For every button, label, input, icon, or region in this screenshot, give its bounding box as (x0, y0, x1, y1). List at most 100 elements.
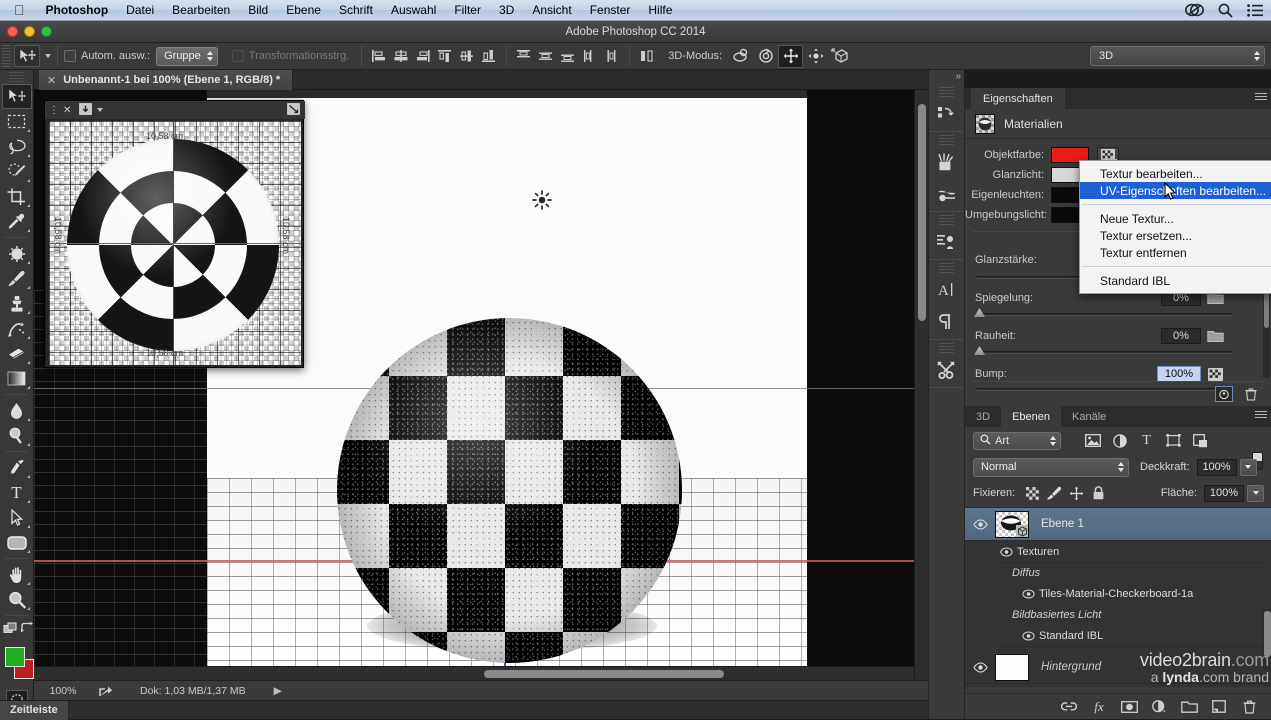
opacity-dropdown-icon[interactable] (1239, 458, 1257, 476)
menu-item-auswahl[interactable]: Auswahl (382, 0, 445, 21)
spiegelung-slider-track[interactable] (976, 313, 1232, 316)
texture-context-menu[interactable]: Textur bearbeiten... UV-Eigenschaften be… (1079, 160, 1271, 294)
align-left-edges-icon[interactable] (368, 45, 390, 67)
close-window-button[interactable] (7, 26, 18, 37)
path-selection-tool[interactable] (2, 505, 32, 530)
delete-icon[interactable] (1243, 386, 1259, 402)
pen-tool[interactable] (2, 455, 32, 480)
menu-item-standard-ibl[interactable]: Standard IBL (1080, 272, 1271, 289)
layer-list-scrollbar[interactable] (1263, 609, 1271, 669)
creative-cloud-icon[interactable] (1185, 3, 1204, 17)
panel-menu-icon[interactable] (1255, 411, 1267, 421)
delete-layer-icon[interactable] (1240, 698, 1258, 716)
uv-window-titlebar[interactable]: ⋮ ✕ (45, 101, 305, 119)
color-swatches[interactable] (0, 645, 34, 687)
rauheit-value[interactable]: 0% (1161, 328, 1201, 344)
layer-thumbnail[interactable] (995, 653, 1029, 681)
distribute-vertical-center-icon[interactable] (535, 45, 557, 67)
uv-canvas[interactable]: 10,58 cm 10,58 cm 10,58 cm 10,58 cm (49, 121, 301, 365)
workspace-selector[interactable]: 3D (1090, 46, 1265, 66)
layer-filter-type-select[interactable]: Art (973, 431, 1061, 450)
dock-group-grip[interactable] (939, 135, 954, 145)
tab-eigenschaften[interactable]: Eigenschaften (971, 88, 1065, 109)
eye-icon[interactable] (965, 651, 995, 684)
3d-sphere-mesh[interactable] (337, 318, 682, 663)
menu-item-ansicht[interactable]: Ansicht (523, 0, 580, 21)
eye-icon[interactable] (1017, 625, 1039, 647)
table-row[interactable]: Ebene 1 (965, 508, 1271, 541)
foreground-color-swatch[interactable] (5, 647, 25, 667)
dock-group-grip[interactable] (939, 343, 954, 353)
rauheit-slider-track[interactable] (976, 351, 1232, 354)
new-layer-icon[interactable] (1210, 698, 1228, 716)
tab-kanaele[interactable]: Kanäle (1061, 406, 1117, 427)
zoom-tool[interactable] (2, 587, 32, 612)
lock-position-icon[interactable] (1065, 483, 1087, 503)
filter-type-icon[interactable]: T (1133, 431, 1160, 451)
apple-logo-icon[interactable]:  (0, 0, 37, 20)
tools-panel-icon[interactable] (929, 354, 963, 386)
menu-item-fenster[interactable]: Fenster (581, 0, 640, 21)
dock-group-grip[interactable] (939, 215, 954, 225)
bump-texture-icon[interactable] (1205, 366, 1225, 382)
notification-center-icon[interactable] (1247, 3, 1263, 17)
distribute-left-icon[interactable] (579, 45, 601, 67)
filter-image-icon[interactable] (1079, 431, 1106, 451)
lock-image-icon[interactable] (1043, 483, 1065, 503)
new-material-icon[interactable] (1215, 386, 1233, 402)
filter-adjustment-icon[interactable] (1106, 431, 1133, 451)
scrollbar-thumb[interactable] (918, 104, 926, 321)
move-tool[interactable] (1, 84, 32, 109)
pan-icon[interactable] (778, 44, 804, 68)
align-right-edges-icon[interactable] (412, 45, 434, 67)
crop-tool[interactable] (2, 184, 32, 209)
toolbar-grip[interactable] (9, 72, 24, 83)
lock-transparency-icon[interactable] (1021, 483, 1043, 503)
blend-mode-select[interactable]: Normal (973, 457, 1129, 477)
eye-icon[interactable] (995, 541, 1017, 563)
dodge-tool[interactable] (2, 423, 32, 448)
rectangular-marquee-tool[interactable] (2, 109, 32, 134)
distribute-bottom-icon[interactable] (557, 45, 579, 67)
tab-3d[interactable]: 3D (965, 406, 1001, 427)
edit-toolbar-icon[interactable] (3, 622, 20, 639)
menu-item-filter[interactable]: Filter (445, 0, 490, 21)
brush-settings-icon[interactable] (929, 178, 963, 210)
opacity-value[interactable]: 100% (1196, 458, 1237, 476)
minimize-window-button[interactable] (24, 26, 35, 37)
menu-item-ebene[interactable]: Ebene (277, 0, 330, 21)
canvas-horizontal-scrollbar[interactable] (34, 666, 914, 680)
menu-item-textur-entfernen[interactable]: Textur entfernen (1080, 244, 1271, 261)
orbit-icon[interactable] (728, 45, 753, 68)
brush-tool[interactable] (2, 266, 32, 291)
menu-item-datei[interactable]: Datei (117, 0, 163, 21)
menu-item-textur-bearbeiten[interactable]: Textur bearbeiten... (1080, 165, 1271, 182)
maximize-window-button[interactable] (41, 26, 52, 37)
roll-icon[interactable] (753, 45, 778, 68)
panel-menu-icon[interactable]: ⋮ (49, 105, 59, 116)
import-icon[interactable] (79, 102, 93, 118)
close-icon[interactable]: ✕ (47, 74, 56, 87)
character-panel-icon[interactable]: A (929, 274, 963, 306)
slide-icon[interactable] (803, 45, 828, 68)
hand-tool[interactable] (2, 562, 32, 587)
type-tool[interactable]: T (2, 480, 32, 505)
scrollbar-thumb[interactable] (484, 670, 724, 678)
scrollbar-thumb[interactable] (1264, 611, 1271, 657)
fill-value[interactable]: 100% (1204, 484, 1244, 502)
quick-selection-tool[interactable] (2, 159, 32, 184)
dock-group-grip[interactable] (939, 263, 954, 273)
align-vertical-centers-icon[interactable] (456, 45, 478, 67)
fill-dropdown-icon[interactable] (1247, 484, 1264, 502)
history-panel-icon[interactable] (929, 98, 963, 130)
bump-value[interactable]: 100% (1157, 366, 1201, 382)
filter-smartobject-icon[interactable] (1187, 431, 1214, 451)
clone-stamp-tool[interactable] (2, 291, 32, 316)
align-horizontal-centers-icon[interactable] (390, 45, 412, 67)
eraser-tool[interactable] (2, 341, 32, 366)
dock-group-grip[interactable] (939, 87, 954, 97)
share-icon[interactable] (92, 685, 120, 697)
tool-preset-chevron-icon[interactable] (45, 54, 51, 58)
auto-select-dropdown[interactable]: Gruppe (156, 46, 218, 66)
new-group-icon[interactable] (1180, 698, 1198, 716)
